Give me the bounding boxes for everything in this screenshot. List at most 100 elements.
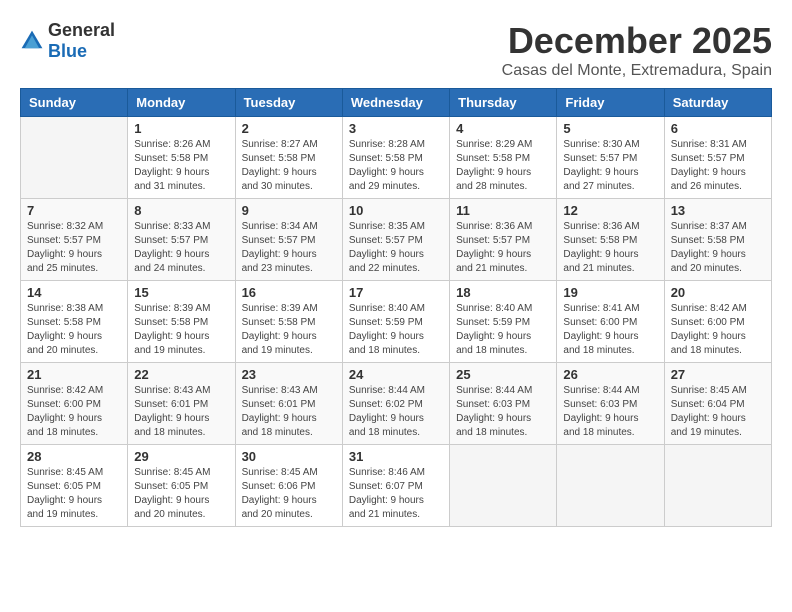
calendar-header-wednesday: Wednesday: [342, 89, 449, 117]
calendar-header-tuesday: Tuesday: [235, 89, 342, 117]
location-subtitle: Casas del Monte, Extremadura, Spain: [502, 62, 772, 80]
day-number: 31: [349, 449, 443, 464]
day-info: Sunrise: 8:34 AM Sunset: 5:57 PM Dayligh…: [242, 220, 336, 276]
calendar-cell: 28Sunrise: 8:45 AM Sunset: 6:05 PM Dayli…: [21, 445, 128, 527]
calendar-cell: 24 Sunrise: 8:44 AM Sunset: 6:02 PM Dayli…: [342, 363, 449, 445]
day-number: 12: [563, 203, 657, 218]
day-number: 7: [27, 203, 121, 218]
day-number: 2: [242, 121, 336, 136]
calendar-week-row: 28Sunrise: 8:45 AM Sunset: 6:05 PM Dayli…: [21, 445, 772, 527]
logo: General Blue: [20, 20, 115, 62]
calendar-cell: 27Sunrise: 8:45 AM Sunset: 6:04 PM Dayli…: [664, 363, 771, 445]
day-number: 30: [242, 449, 336, 464]
day-info: Sunrise: 8:28 AM Sunset: 5:58 PM Dayligh…: [349, 138, 443, 194]
calendar-table: SundayMondayTuesdayWednesdayThursdayFrid…: [20, 88, 772, 527]
calendar-cell: 23 Sunrise: 8:43 AM Sunset: 6:01 PM Dayli…: [235, 363, 342, 445]
day-number: 15: [134, 285, 228, 300]
logo-general: General: [48, 20, 115, 40]
day-info: Sunrise: 8:36 AM Sunset: 5:58 PM Dayligh…: [563, 220, 657, 276]
day-number: 19: [563, 285, 657, 300]
day-number: 26: [563, 367, 657, 382]
day-info: Sunrise: 8:35 AM Sunset: 5:57 PM Dayligh…: [349, 220, 443, 276]
calendar-cell: 9Sunrise: 8:34 AM Sunset: 5:57 PM Daylig…: [235, 199, 342, 281]
day-info: Sunrise: 8:30 AM Sunset: 5:57 PM Dayligh…: [563, 138, 657, 194]
calendar-cell: 14 Sunrise: 8:38 AM Sunset: 5:58 PM Dayli…: [21, 281, 128, 363]
calendar-cell: 19 Sunrise: 8:41 AM Sunset: 6:00 PM Dayli…: [557, 281, 664, 363]
calendar-cell: 4 Sunrise: 8:29 AM Sunset: 5:58 PM Daylig…: [450, 117, 557, 199]
day-info: Sunrise: 8:45 AM Sunset: 6:05 PM Dayligh…: [134, 466, 228, 522]
calendar-cell: 26 Sunrise: 8:44 AM Sunset: 6:03 PM Dayli…: [557, 363, 664, 445]
title-section: December 2025 Casas del Monte, Extremadu…: [502, 20, 772, 80]
calendar-week-row: 1 Sunrise: 8:26 AM Sunset: 5:58 PM Daylig…: [21, 117, 772, 199]
day-info: Sunrise: 8:40 AM Sunset: 5:59 PM Dayligh…: [456, 302, 550, 358]
day-info: Sunrise: 8:41 AM Sunset: 6:00 PM Dayligh…: [563, 302, 657, 358]
calendar-cell: 13 Sunrise: 8:37 AM Sunset: 5:58 PM Dayli…: [664, 199, 771, 281]
day-info: Sunrise: 8:45 AM Sunset: 6:04 PM Dayligh…: [671, 384, 765, 440]
day-number: 11: [456, 203, 550, 218]
calendar-cell: 20 Sunrise: 8:42 AM Sunset: 6:00 PM Dayli…: [664, 281, 771, 363]
day-number: 1: [134, 121, 228, 136]
calendar-header-saturday: Saturday: [664, 89, 771, 117]
day-number: 13: [671, 203, 765, 218]
page-header: General Blue December 2025 Casas del Mon…: [20, 20, 772, 80]
calendar-header-thursday: Thursday: [450, 89, 557, 117]
calendar-header-sunday: Sunday: [21, 89, 128, 117]
calendar-cell: 29Sunrise: 8:45 AM Sunset: 6:05 PM Dayli…: [128, 445, 235, 527]
day-number: 5: [563, 121, 657, 136]
day-number: 21: [27, 367, 121, 382]
day-info: Sunrise: 8:40 AM Sunset: 5:59 PM Dayligh…: [349, 302, 443, 358]
day-number: 14: [27, 285, 121, 300]
calendar-cell: 6Sunrise: 8:31 AM Sunset: 5:57 PM Daylig…: [664, 117, 771, 199]
day-info: Sunrise: 8:36 AM Sunset: 5:57 PM Dayligh…: [456, 220, 550, 276]
day-number: 3: [349, 121, 443, 136]
day-info: Sunrise: 8:42 AM Sunset: 6:00 PM Dayligh…: [671, 302, 765, 358]
calendar-cell: 12 Sunrise: 8:36 AM Sunset: 5:58 PM Dayli…: [557, 199, 664, 281]
day-info: Sunrise: 8:43 AM Sunset: 6:01 PM Dayligh…: [242, 384, 336, 440]
logo-text: General Blue: [48, 20, 115, 62]
day-info: Sunrise: 8:39 AM Sunset: 5:58 PM Dayligh…: [134, 302, 228, 358]
day-info: Sunrise: 8:46 AM Sunset: 6:07 PM Dayligh…: [349, 466, 443, 522]
day-info: Sunrise: 8:42 AM Sunset: 6:00 PM Dayligh…: [27, 384, 121, 440]
calendar-cell: 21 Sunrise: 8:42 AM Sunset: 6:00 PM Dayli…: [21, 363, 128, 445]
day-info: Sunrise: 8:38 AM Sunset: 5:58 PM Dayligh…: [27, 302, 121, 358]
calendar-cell: 30 Sunrise: 8:45 AM Sunset: 6:06 PM Dayli…: [235, 445, 342, 527]
day-info: Sunrise: 8:27 AM Sunset: 5:58 PM Dayligh…: [242, 138, 336, 194]
calendar-cell: 5 Sunrise: 8:30 AM Sunset: 5:57 PM Daylig…: [557, 117, 664, 199]
day-info: Sunrise: 8:32 AM Sunset: 5:57 PM Dayligh…: [27, 220, 121, 276]
calendar-week-row: 7 Sunrise: 8:32 AM Sunset: 5:57 PM Daylig…: [21, 199, 772, 281]
day-number: 18: [456, 285, 550, 300]
calendar-cell: 10Sunrise: 8:35 AM Sunset: 5:57 PM Dayli…: [342, 199, 449, 281]
day-number: 24: [349, 367, 443, 382]
day-info: Sunrise: 8:44 AM Sunset: 6:03 PM Dayligh…: [563, 384, 657, 440]
day-number: 4: [456, 121, 550, 136]
day-info: Sunrise: 8:26 AM Sunset: 5:58 PM Dayligh…: [134, 138, 228, 194]
day-info: Sunrise: 8:37 AM Sunset: 5:58 PM Dayligh…: [671, 220, 765, 276]
calendar-cell: 25Sunrise: 8:44 AM Sunset: 6:03 PM Dayli…: [450, 363, 557, 445]
day-number: 20: [671, 285, 765, 300]
calendar-cell: [557, 445, 664, 527]
calendar-cell: 7 Sunrise: 8:32 AM Sunset: 5:57 PM Daylig…: [21, 199, 128, 281]
calendar-cell: 22Sunrise: 8:43 AM Sunset: 6:01 PM Dayli…: [128, 363, 235, 445]
calendar-cell: 11 Sunrise: 8:36 AM Sunset: 5:57 PM Dayli…: [450, 199, 557, 281]
calendar-cell: 1 Sunrise: 8:26 AM Sunset: 5:58 PM Daylig…: [128, 117, 235, 199]
calendar-body: 1 Sunrise: 8:26 AM Sunset: 5:58 PM Daylig…: [21, 117, 772, 527]
day-info: Sunrise: 8:29 AM Sunset: 5:58 PM Dayligh…: [456, 138, 550, 194]
calendar-cell: 15 Sunrise: 8:39 AM Sunset: 5:58 PM Dayli…: [128, 281, 235, 363]
calendar-cell: [664, 445, 771, 527]
day-info: Sunrise: 8:45 AM Sunset: 6:05 PM Dayligh…: [27, 466, 121, 522]
day-info: Sunrise: 8:33 AM Sunset: 5:57 PM Dayligh…: [134, 220, 228, 276]
day-info: Sunrise: 8:45 AM Sunset: 6:06 PM Dayligh…: [242, 466, 336, 522]
calendar-cell: 16Sunrise: 8:39 AM Sunset: 5:58 PM Dayli…: [235, 281, 342, 363]
day-number: 17: [349, 285, 443, 300]
calendar-header-monday: Monday: [128, 89, 235, 117]
logo-icon: [20, 29, 44, 53]
day-number: 8: [134, 203, 228, 218]
calendar-cell: [21, 117, 128, 199]
calendar-header-friday: Friday: [557, 89, 664, 117]
day-number: 22: [134, 367, 228, 382]
calendar-cell: 18 Sunrise: 8:40 AM Sunset: 5:59 PM Dayli…: [450, 281, 557, 363]
day-number: 16: [242, 285, 336, 300]
calendar-cell: 2 Sunrise: 8:27 AM Sunset: 5:58 PM Daylig…: [235, 117, 342, 199]
day-info: Sunrise: 8:44 AM Sunset: 6:02 PM Dayligh…: [349, 384, 443, 440]
day-number: 23: [242, 367, 336, 382]
